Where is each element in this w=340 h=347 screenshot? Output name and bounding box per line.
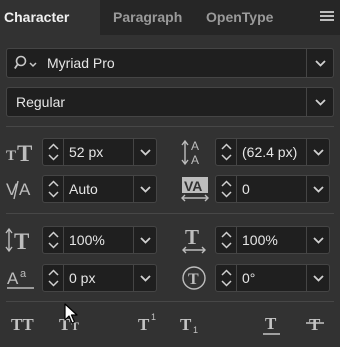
svg-text:A: A [191, 153, 199, 166]
vertical-scale-field[interactable]: 100% [42, 226, 157, 254]
character-rotation-dropdown[interactable] [306, 265, 329, 291]
all-caps-button[interactable]: TT [8, 309, 42, 337]
search-icon[interactable] [14, 55, 40, 71]
character-rotation-stepper[interactable] [216, 265, 237, 291]
tab-paragraph[interactable]: Paragraph [101, 0, 197, 35]
tracking-value[interactable]: 0 [242, 176, 308, 202]
leading-dropdown[interactable] [306, 139, 329, 165]
svg-text:T: T [188, 271, 199, 288]
mouse-cursor-icon [64, 303, 78, 324]
baseline-shift-field[interactable]: 0 px [42, 264, 157, 292]
character-rotation-value[interactable]: 0° [242, 265, 308, 291]
vertical-scale-value[interactable]: 100% [69, 227, 135, 253]
baseline-shift-value[interactable]: 0 px [69, 265, 135, 291]
svg-text:T: T [180, 315, 192, 334]
font-size-field[interactable]: 52 px [42, 138, 157, 166]
svg-text:T: T [17, 141, 32, 166]
kerning-dropdown[interactable] [133, 176, 156, 202]
leading-value[interactable]: (62.4 px) [242, 139, 308, 165]
kerning-field[interactable]: Auto [42, 175, 157, 203]
baseline-shift-icon: A a [7, 268, 34, 289]
subscript-button[interactable]: T 1 [177, 309, 211, 337]
font-size-icon: T T [6, 141, 32, 166]
chevron-down-icon [315, 60, 326, 67]
kerning-stepper[interactable] [43, 176, 64, 202]
vertical-scale-stepper[interactable] [43, 227, 64, 253]
character-rotation-icon: T [182, 266, 206, 290]
svg-text:TT: TT [11, 315, 34, 334]
tab-opentype[interactable]: OpenType [197, 0, 297, 35]
svg-text:A: A [191, 139, 199, 153]
panel-tab-bar: Character Paragraph OpenType [0, 0, 340, 35]
svg-text:A: A [19, 180, 31, 199]
horizontal-scale-value[interactable]: 100% [242, 227, 308, 253]
divider [6, 213, 334, 214]
vertical-scale-dropdown[interactable] [133, 227, 156, 253]
font-style-dropdown[interactable] [306, 88, 333, 116]
superscript-button[interactable]: T 1 [135, 309, 169, 337]
leading-icon: A A [181, 139, 199, 166]
svg-text:T: T [14, 229, 29, 254]
vertical-scale-icon: T [5, 227, 29, 254]
divider [6, 126, 334, 127]
font-size-dropdown[interactable] [133, 139, 156, 165]
font-size-value[interactable]: 52 px [69, 139, 135, 165]
font-family-select[interactable]: Myriad Pro [6, 48, 334, 78]
svg-text:T: T [6, 148, 16, 164]
svg-text:VA: VA [184, 178, 202, 194]
horizontal-scale-dropdown[interactable] [306, 227, 329, 253]
horizontal-scale-field[interactable]: 100% [215, 226, 330, 254]
tracking-stepper[interactable] [216, 176, 237, 202]
horizontal-scale-icon: T [182, 226, 206, 254]
svg-text:T: T [185, 226, 199, 249]
strikethrough-button[interactable]: T [302, 309, 336, 337]
svg-text:a: a [20, 268, 27, 280]
tab-character[interactable]: Character [0, 0, 100, 35]
baseline-shift-stepper[interactable] [43, 265, 64, 291]
tracking-dropdown[interactable] [306, 176, 329, 202]
panel-menu-icon[interactable] [320, 11, 334, 23]
svg-text:T: T [265, 314, 277, 333]
character-rotation-field[interactable]: 0° [215, 264, 330, 292]
kerning-icon: V A [6, 180, 31, 200]
leading-field[interactable]: (62.4 px) [215, 138, 330, 166]
font-style-value: Regular [16, 94, 66, 110]
svg-text:T: T [138, 315, 150, 334]
horizontal-scale-stepper[interactable] [216, 227, 237, 253]
svg-text:1: 1 [151, 312, 156, 322]
underline-button[interactable]: T [258, 309, 292, 337]
tracking-field[interactable]: 0 [215, 175, 330, 203]
svg-text:1: 1 [193, 325, 198, 335]
tracking-icon: VA [181, 177, 209, 202]
font-style-select[interactable]: Regular [6, 87, 334, 117]
baseline-shift-dropdown[interactable] [133, 265, 156, 291]
kerning-value[interactable]: Auto [69, 176, 135, 202]
font-family-dropdown[interactable] [306, 49, 333, 77]
chevron-down-icon [315, 99, 326, 106]
font-size-stepper[interactable] [43, 139, 64, 165]
divider [6, 301, 334, 302]
svg-text:A: A [7, 269, 19, 288]
font-family-value: Myriad Pro [47, 55, 115, 71]
leading-stepper[interactable] [216, 139, 237, 165]
svg-text:T: T [309, 315, 321, 334]
